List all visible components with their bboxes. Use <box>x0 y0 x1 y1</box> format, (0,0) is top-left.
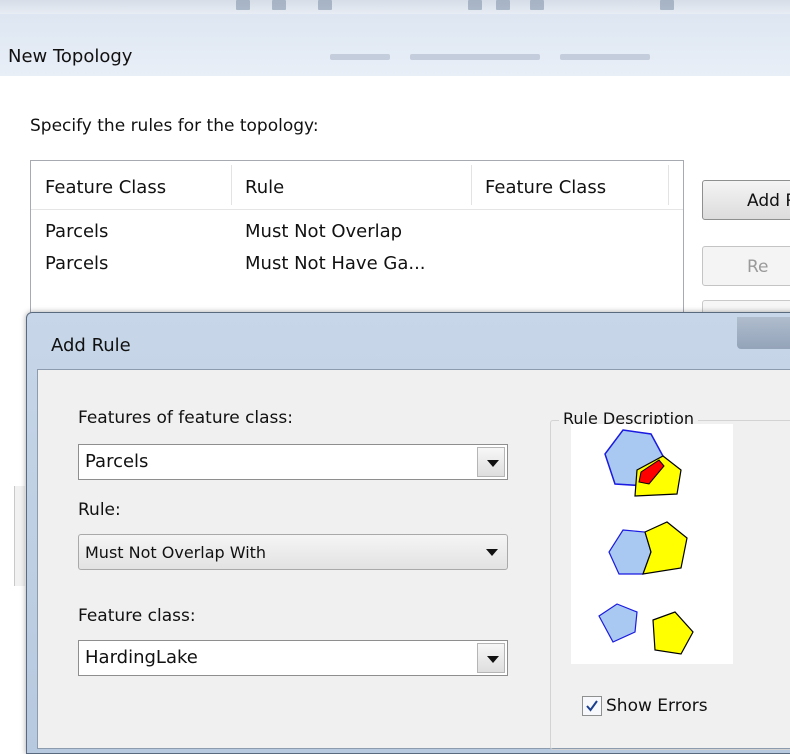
window-title: New Topology <box>8 46 133 67</box>
show-errors-label: Show Errors <box>606 696 708 716</box>
blue-polygon-shape <box>598 603 638 643</box>
close-button[interactable] <box>737 317 790 349</box>
toolbar-icon <box>236 0 250 10</box>
feature-class-value: HardingLake <box>85 647 198 668</box>
rule-value: Must Not Overlap With <box>85 543 267 562</box>
row-feature-class: Parcels <box>45 253 109 274</box>
toolbar-icon <box>496 0 510 10</box>
show-errors-checkbox[interactable] <box>582 696 602 716</box>
chevron-down-icon[interactable] <box>477 447 505 477</box>
feature-class-dropdown[interactable]: HardingLake <box>78 640 508 676</box>
row-rule: Must Not Overlap <box>245 221 403 242</box>
row-feature-class: Parcels <box>45 221 109 242</box>
yellow-polygon-shape <box>642 521 688 575</box>
feature-class-label: Feature class: <box>78 606 196 626</box>
column-header-feature-class-2[interactable]: Feature Class <box>485 177 606 198</box>
column-header-feature-class[interactable]: Feature Class <box>45 177 166 198</box>
chevron-down-icon[interactable] <box>477 643 505 673</box>
toolbar-icon <box>530 0 544 10</box>
toolbar-icon <box>318 0 332 10</box>
add-rule-title: Add Rule <box>51 335 131 356</box>
background-editor-toolbar <box>560 54 650 60</box>
toolbar-icon <box>272 0 286 10</box>
overlap-rule-diagram-icon <box>598 429 694 655</box>
blue-polygon-shape <box>608 529 652 575</box>
remove-rule-button[interactable]: Re <box>702 246 790 286</box>
features-of-feature-class-dropdown[interactable]: Parcels <box>78 444 508 480</box>
add-rule-titlebar[interactable]: Add Rule <box>27 313 790 367</box>
column-divider <box>471 165 472 205</box>
background-toolbar <box>0 0 790 14</box>
background-frame-edge <box>14 486 25 586</box>
column-header-rule[interactable]: Rule <box>245 177 284 198</box>
add-rule-button[interactable]: Add R <box>702 180 790 220</box>
yellow-polygon-shape <box>652 611 694 655</box>
background-editor-toolbar <box>410 54 540 60</box>
table-row[interactable]: Parcels Must Not Have Ga... <box>31 249 683 281</box>
features-of-feature-class-value: Parcels <box>85 451 149 472</box>
toolbar-icon <box>660 0 674 10</box>
rules-list-header: Feature Class Rule Feature Class <box>31 161 683 210</box>
column-divider <box>231 165 232 205</box>
add-rule-client-area: Features of feature class: Parcels Rule:… <box>37 369 790 750</box>
chevron-down-icon[interactable] <box>477 537 505 567</box>
features-of-feature-class-label: Features of feature class: <box>78 408 293 428</box>
column-divider <box>668 165 669 205</box>
toolbar-icon <box>468 0 482 10</box>
add-rule-dialog: Add Rule Features of feature class: Parc… <box>26 312 790 754</box>
new-topology-titlebar: New Topology <box>0 14 790 76</box>
rule-dropdown[interactable]: Must Not Overlap With <box>78 534 508 570</box>
background-editor-toolbar <box>330 54 390 60</box>
checkmark-icon <box>586 700 598 712</box>
rule-description-illustration <box>571 424 733 664</box>
instruction-label: Specify the rules for the topology: <box>30 116 319 136</box>
row-rule: Must Not Have Ga... <box>245 253 426 274</box>
table-row[interactable]: Parcels Must Not Overlap <box>31 217 683 249</box>
rule-label: Rule: <box>78 500 121 520</box>
